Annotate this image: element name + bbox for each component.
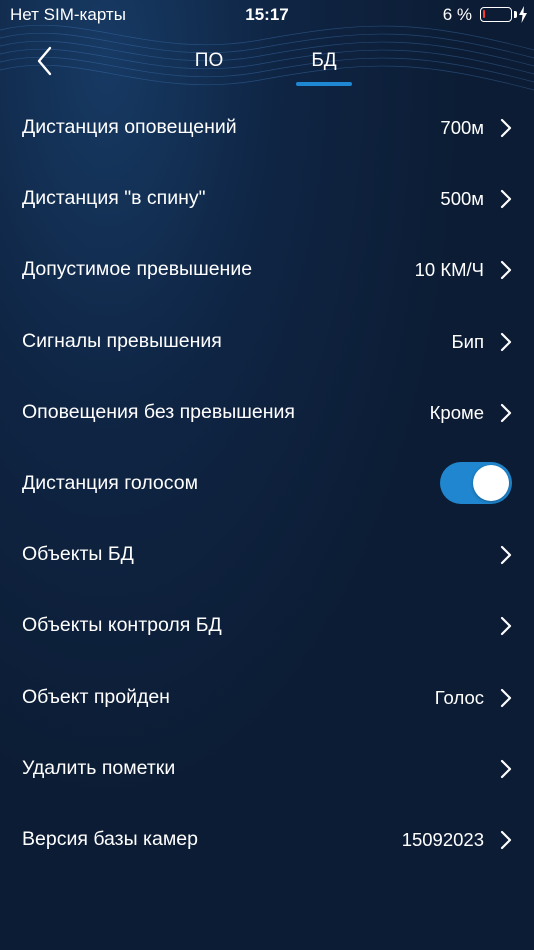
chevron-right-icon (500, 617, 512, 636)
chevron-right-icon (500, 118, 512, 138)
setting-row-allowed-overspeed[interactable]: Допустимое превышение 10 КМ/Ч (0, 234, 534, 305)
setting-value: 500м (440, 188, 484, 210)
battery-icon (480, 7, 512, 22)
setting-value: Бип (451, 330, 485, 352)
tab-po[interactable]: ПО (164, 50, 254, 72)
setting-row-camera-db-version[interactable]: Версия базы камер 15092023 (0, 804, 534, 875)
setting-label: Допустимое превышение (22, 258, 253, 281)
chevron-right-icon (500, 546, 512, 565)
status-bar: Нет SIM-карты 15:17 6 % (0, 0, 534, 32)
voice-distance-toggle[interactable] (440, 461, 512, 504)
chevron-right-icon (500, 759, 512, 778)
chevron-right-icon (500, 688, 512, 707)
setting-label: Сигналы превышения (22, 329, 222, 352)
charging-bolt-icon (519, 6, 527, 23)
setting-label: Удалить пометки (22, 756, 176, 779)
chevron-right-icon (500, 261, 512, 280)
setting-row-delete-marks[interactable]: Удалить пометки (0, 733, 534, 804)
setting-row-voice-distance: Дистанция голосом (0, 448, 534, 519)
setting-value: 700м (440, 117, 484, 138)
setting-label: Дистанция голосом (22, 471, 198, 494)
setting-label: Дистанция оповещений (22, 116, 237, 138)
setting-row-db-objects[interactable]: Объекты БД (0, 519, 534, 590)
setting-value: 10 КМ/Ч (414, 259, 484, 281)
chevron-right-icon (500, 332, 512, 351)
setting-label: Оповещения без превышения (22, 400, 295, 423)
battery-cap (514, 11, 517, 18)
setting-label: Объект пройден (22, 685, 170, 708)
setting-label: Объекты БД (22, 543, 134, 566)
setting-value: Кроме (429, 401, 484, 423)
setting-label: Дистанция "в спину" (22, 187, 206, 210)
back-chevron-icon[interactable] (30, 42, 64, 80)
setting-label: Версия базы камер (22, 827, 198, 850)
setting-value: 15092023 (401, 828, 484, 850)
screen: Нет SIM-карты 15:17 6 % ПО БД Дистанция … (0, 0, 534, 950)
setting-row-alerts-without-overspeed[interactable]: Оповещения без превышения Кроме (0, 377, 534, 448)
battery-level-fill (483, 10, 485, 18)
setting-row-object-passed[interactable]: Объект пройден Голос (0, 662, 534, 733)
battery-percent: 6 % (442, 5, 472, 24)
tab-bd[interactable]: БД (279, 50, 369, 72)
setting-row-overspeed-signals[interactable]: Сигналы превышения Бип (0, 306, 534, 377)
setting-value: Голос (434, 686, 484, 708)
chevron-right-icon (500, 830, 512, 849)
setting-row-alert-distance[interactable]: Дистанция оповещений 700м (0, 92, 534, 163)
toggle-knob (473, 464, 509, 501)
chevron-right-icon (500, 190, 512, 209)
header: ПО БД (0, 32, 534, 94)
chevron-right-icon (500, 403, 512, 422)
active-tab-indicator (296, 82, 352, 86)
setting-row-rear-distance[interactable]: Дистанция "в спину" 500м (0, 163, 534, 234)
settings-list: Дистанция оповещений 700м Дистанция "в с… (0, 92, 534, 875)
setting-row-db-control-objects[interactable]: Объекты контроля БД (0, 590, 534, 661)
setting-label: Объекты контроля БД (22, 614, 222, 637)
